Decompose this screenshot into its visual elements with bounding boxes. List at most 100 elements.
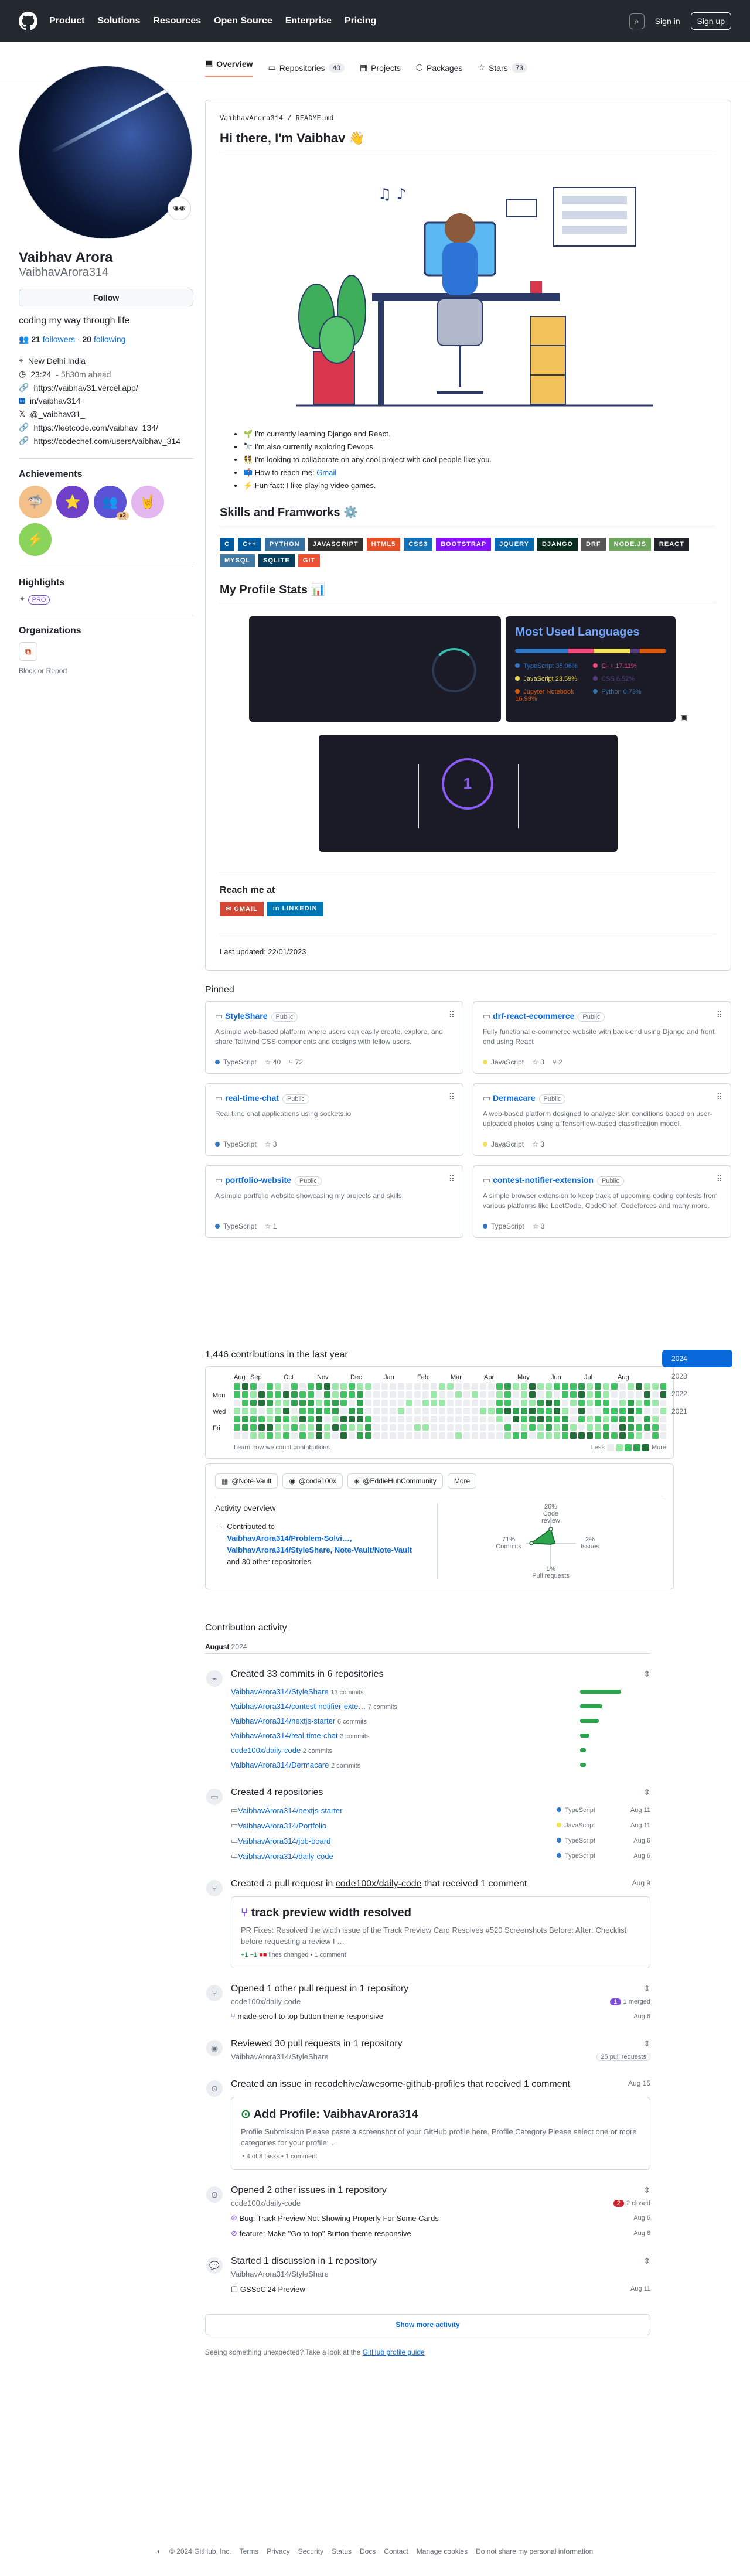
calendar-day[interactable] xyxy=(397,1400,404,1406)
calendar-day[interactable] xyxy=(266,1424,273,1431)
collapse-icon[interactable]: ⇕ xyxy=(643,2039,650,2049)
calendar-day[interactable] xyxy=(602,1432,609,1439)
calendar-day[interactable] xyxy=(561,1408,568,1414)
calendar-day[interactable] xyxy=(512,1383,519,1390)
drag-handle-icon[interactable]: ⠿ xyxy=(717,1010,722,1020)
tab-stars[interactable]: ☆ Stars 73 xyxy=(478,59,528,77)
calendar-day[interactable] xyxy=(627,1391,634,1398)
calendar-day[interactable] xyxy=(529,1391,536,1398)
calendar-day[interactable] xyxy=(537,1400,544,1406)
stars-link[interactable]: ☆ 3 xyxy=(532,1140,544,1148)
calendar-day[interactable] xyxy=(323,1383,330,1390)
calendar-day[interactable] xyxy=(348,1408,355,1414)
calendar-day[interactable] xyxy=(660,1432,666,1439)
calendar-day[interactable] xyxy=(389,1408,396,1414)
calendar-day[interactable] xyxy=(652,1416,659,1422)
calendar-day[interactable] xyxy=(578,1416,585,1422)
calendar-day[interactable] xyxy=(299,1400,306,1406)
calendar-day[interactable] xyxy=(430,1432,437,1439)
calendar-day[interactable] xyxy=(233,1432,240,1439)
calendar-day[interactable] xyxy=(652,1383,659,1390)
calendar-day[interactable] xyxy=(405,1400,412,1406)
calendar-day[interactable] xyxy=(414,1391,421,1398)
calendar-day[interactable] xyxy=(586,1432,593,1439)
calendar-day[interactable] xyxy=(315,1432,322,1439)
calendar-day[interactable] xyxy=(471,1424,478,1431)
calendar-day[interactable] xyxy=(414,1408,421,1414)
calendar-day[interactable] xyxy=(282,1391,289,1398)
profile-guide-link[interactable]: GitHub profile guide xyxy=(363,2348,425,2356)
calendar-day[interactable] xyxy=(512,1408,519,1414)
calendar-day[interactable] xyxy=(619,1432,626,1439)
calendar-day[interactable] xyxy=(446,1408,454,1414)
learn-link[interactable]: Learn how we count contributions xyxy=(234,1444,330,1451)
calendar-day[interactable] xyxy=(619,1400,626,1406)
calendar-day[interactable] xyxy=(233,1424,240,1431)
calendar-day[interactable] xyxy=(274,1416,281,1422)
calendar-day[interactable] xyxy=(438,1432,445,1439)
calendar-day[interactable] xyxy=(479,1383,486,1390)
nav-open-source[interactable]: Open Source xyxy=(214,16,272,26)
calendar-day[interactable] xyxy=(389,1383,396,1390)
calendar-day[interactable] xyxy=(405,1432,412,1439)
sign-up-button[interactable]: Sign up xyxy=(690,12,731,30)
calendar-day[interactable] xyxy=(364,1400,371,1406)
collapse-icon[interactable]: ⇕ xyxy=(643,1669,650,1679)
calendar-day[interactable] xyxy=(545,1424,552,1431)
year-2024[interactable]: 2024 xyxy=(662,1350,732,1367)
calendar-day[interactable] xyxy=(414,1400,421,1406)
calendar-day[interactable] xyxy=(332,1391,339,1398)
calendar-day[interactable] xyxy=(381,1400,388,1406)
calendar-day[interactable] xyxy=(422,1383,429,1390)
calendar-day[interactable] xyxy=(602,1391,609,1398)
calendar-day[interactable] xyxy=(602,1400,609,1406)
calendar-day[interactable] xyxy=(422,1391,429,1398)
pinned-repo-link[interactable]: Dermacare xyxy=(493,1093,535,1103)
commit-repo-link[interactable]: VaibhavArora314/contest-notifier-exte… xyxy=(231,1702,366,1711)
calendar-day[interactable] xyxy=(561,1424,568,1431)
opened-issues-repo[interactable]: code100x/daily-code xyxy=(231,2199,613,2207)
calendar-day[interactable] xyxy=(241,1408,248,1414)
opened-issues-title[interactable]: Opened 2 other issues in 1 repository xyxy=(231,2185,650,2196)
calendar-day[interactable] xyxy=(299,1432,306,1439)
calendar-day[interactable] xyxy=(307,1383,314,1390)
calendar-day[interactable] xyxy=(348,1424,355,1431)
calendar-day[interactable] xyxy=(422,1408,429,1414)
github-mark-icon[interactable]: ◐ xyxy=(157,2547,161,2555)
nav-solutions[interactable]: Solutions xyxy=(97,16,140,26)
calendar-day[interactable] xyxy=(611,1424,618,1431)
calendar-day[interactable] xyxy=(537,1391,544,1398)
calendar-day[interactable] xyxy=(520,1424,527,1431)
calendar-day[interactable] xyxy=(643,1391,650,1398)
calendar-day[interactable] xyxy=(323,1416,330,1422)
calendar-day[interactable] xyxy=(611,1391,618,1398)
calendar-day[interactable] xyxy=(332,1416,339,1422)
calendar-day[interactable] xyxy=(561,1400,568,1406)
calendar-day[interactable] xyxy=(602,1383,609,1390)
calendar-day[interactable] xyxy=(463,1424,470,1431)
calendar-day[interactable] xyxy=(471,1432,478,1439)
calendar-day[interactable] xyxy=(414,1383,421,1390)
calendar-day[interactable] xyxy=(274,1391,281,1398)
year-2023[interactable]: 2023 xyxy=(662,1367,732,1385)
commit-count[interactable]: 2 commits xyxy=(303,1748,332,1755)
more-orgs-button[interactable]: More xyxy=(447,1473,477,1489)
linkedin-link[interactable]: in/vaibhav314 xyxy=(30,396,80,405)
calendar-day[interactable] xyxy=(545,1400,552,1406)
calendar-day[interactable] xyxy=(578,1391,585,1398)
calendar-day[interactable] xyxy=(307,1432,314,1439)
calendar-day[interactable] xyxy=(635,1416,642,1422)
drag-handle-icon[interactable]: ⠿ xyxy=(449,1174,455,1184)
calendar-day[interactable] xyxy=(381,1416,388,1422)
calendar-day[interactable] xyxy=(282,1432,289,1439)
calendar-day[interactable] xyxy=(553,1416,560,1422)
calendar-day[interactable] xyxy=(578,1432,585,1439)
calendar-day[interactable] xyxy=(561,1432,568,1439)
calendar-day[interactable] xyxy=(455,1391,462,1398)
calendar-day[interactable] xyxy=(488,1424,495,1431)
calendar-day[interactable] xyxy=(660,1424,666,1431)
year-2022[interactable]: 2022 xyxy=(662,1385,732,1403)
calendar-day[interactable] xyxy=(323,1400,330,1406)
calendar-day[interactable] xyxy=(479,1424,486,1431)
calendar-day[interactable] xyxy=(389,1416,396,1422)
